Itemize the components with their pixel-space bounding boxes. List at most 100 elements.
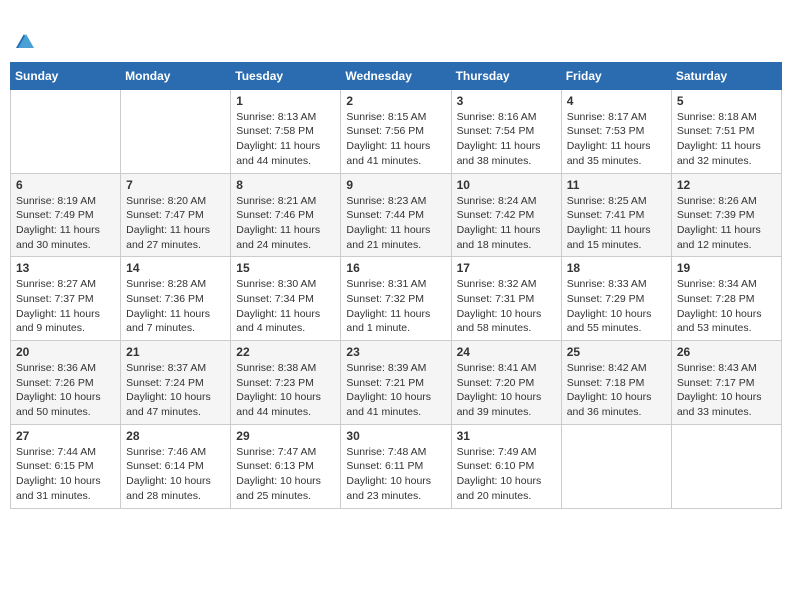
- logo-icon: [12, 30, 36, 54]
- calendar-cell: 21 Sunrise: 8:37 AMSunset: 7:24 PMDayligh…: [121, 341, 231, 425]
- calendar-cell: 24Sunrise: 8:41 AMSunset: 7:20 PMDayligh…: [451, 341, 561, 425]
- day-info: Sunrise: 8:28 AMSunset: 7:36 PMDaylight:…: [126, 277, 225, 336]
- day-info: Sunrise: 8:36 AMSunset: 7:26 PMDaylight:…: [16, 361, 115, 420]
- logo: [10, 10, 36, 54]
- weekday-header-thursday: Thursday: [451, 62, 561, 89]
- day-number: 14: [126, 261, 225, 275]
- day-info: Sunrise: 8:21 AMSunset: 7:46 PMDaylight:…: [236, 194, 335, 253]
- calendar-cell: 20 Sunrise: 8:36 AMSunset: 7:26 PMDayligh…: [11, 341, 121, 425]
- day-info: Sunrise: 8:25 AMSunset: 7:41 PMDaylight:…: [567, 194, 666, 253]
- day-number: 26: [677, 345, 776, 359]
- day-number: 18: [567, 261, 666, 275]
- calendar-cell: 9 Sunrise: 8:23 AMSunset: 7:44 PMDaylight…: [341, 173, 451, 257]
- calendar-cell: 5Sunrise: 8:18 AMSunset: 7:51 PMDaylight…: [671, 89, 781, 173]
- weekday-header-saturday: Saturday: [671, 62, 781, 89]
- day-info: Sunrise: 8:16 AMSunset: 7:54 PMDaylight:…: [457, 110, 556, 169]
- calendar-cell: 15 Sunrise: 8:30 AMSunset: 7:34 PMDayligh…: [231, 257, 341, 341]
- day-number: 19: [677, 261, 776, 275]
- day-number: 17: [457, 261, 556, 275]
- day-number: 4: [567, 94, 666, 108]
- day-number: 5: [677, 94, 776, 108]
- day-info: Sunrise: 8:33 AMSunset: 7:29 PMDaylight:…: [567, 277, 666, 336]
- day-info: Sunrise: 7:48 AMSunset: 6:11 PMDaylight:…: [346, 445, 445, 504]
- calendar-cell: [121, 89, 231, 173]
- calendar-cell: 26 Sunrise: 8:43 AMSunset: 7:17 PMDayligh…: [671, 341, 781, 425]
- day-info: Sunrise: 8:38 AMSunset: 7:23 PMDaylight:…: [236, 361, 335, 420]
- day-number: 12: [677, 178, 776, 192]
- calendar-week-row: 1Sunrise: 8:13 AMSunset: 7:58 PMDaylight…: [11, 89, 782, 173]
- page-header: [10, 10, 782, 54]
- calendar-cell: 25 Sunrise: 8:42 AMSunset: 7:18 PMDayligh…: [561, 341, 671, 425]
- calendar-cell: 13 Sunrise: 8:27 AMSunset: 7:37 PMDayligh…: [11, 257, 121, 341]
- weekday-header-tuesday: Tuesday: [231, 62, 341, 89]
- day-number: 7: [126, 178, 225, 192]
- calendar-cell: [561, 424, 671, 508]
- calendar-week-row: 27Sunrise: 7:44 AMSunset: 6:15 PMDayligh…: [11, 424, 782, 508]
- day-info: Sunrise: 8:31 AMSunset: 7:32 PMDaylight:…: [346, 277, 445, 336]
- day-number: 16: [346, 261, 445, 275]
- calendar-cell: 16 Sunrise: 8:31 AMSunset: 7:32 PMDayligh…: [341, 257, 451, 341]
- calendar-cell: 17 Sunrise: 8:32 AMSunset: 7:31 PMDayligh…: [451, 257, 561, 341]
- day-number: 29: [236, 429, 335, 443]
- calendar-cell: 29 Sunrise: 7:47 AMSunset: 6:13 PMDayligh…: [231, 424, 341, 508]
- weekday-header-sunday: Sunday: [11, 62, 121, 89]
- day-number: 21: [126, 345, 225, 359]
- day-number: 13: [16, 261, 115, 275]
- day-info: Sunrise: 8:20 AMSunset: 7:47 PMDaylight:…: [126, 194, 225, 253]
- calendar-cell: 8Sunrise: 8:21 AMSunset: 7:46 PMDaylight…: [231, 173, 341, 257]
- calendar-cell: 3 Sunrise: 8:16 AMSunset: 7:54 PMDaylight…: [451, 89, 561, 173]
- weekday-header-friday: Friday: [561, 62, 671, 89]
- calendar-cell: 11 Sunrise: 8:25 AMSunset: 7:41 PMDayligh…: [561, 173, 671, 257]
- calendar-cell: 4 Sunrise: 8:17 AMSunset: 7:53 PMDaylight…: [561, 89, 671, 173]
- day-info: Sunrise: 7:46 AMSunset: 6:14 PMDaylight:…: [126, 445, 225, 504]
- day-info: Sunrise: 8:39 AMSunset: 7:21 PMDaylight:…: [346, 361, 445, 420]
- day-number: 24: [457, 345, 556, 359]
- day-info: Sunrise: 8:13 AMSunset: 7:58 PMDaylight:…: [236, 110, 335, 169]
- calendar-cell: 14 Sunrise: 8:28 AMSunset: 7:36 PMDayligh…: [121, 257, 231, 341]
- weekday-header-monday: Monday: [121, 62, 231, 89]
- calendar-cell: 23 Sunrise: 8:39 AMSunset: 7:21 PMDayligh…: [341, 341, 451, 425]
- day-info: Sunrise: 8:42 AMSunset: 7:18 PMDaylight:…: [567, 361, 666, 420]
- day-info: Sunrise: 8:19 AMSunset: 7:49 PMDaylight:…: [16, 194, 115, 253]
- calendar-cell: 27Sunrise: 7:44 AMSunset: 6:15 PMDayligh…: [11, 424, 121, 508]
- calendar-cell: 28 Sunrise: 7:46 AMSunset: 6:14 PMDayligh…: [121, 424, 231, 508]
- day-info: Sunrise: 8:32 AMSunset: 7:31 PMDaylight:…: [457, 277, 556, 336]
- day-number: 2: [346, 94, 445, 108]
- day-info: Sunrise: 8:15 AMSunset: 7:56 PMDaylight:…: [346, 110, 445, 169]
- day-info: Sunrise: 8:30 AMSunset: 7:34 PMDaylight:…: [236, 277, 335, 336]
- calendar-cell: 18 Sunrise: 8:33 AMSunset: 7:29 PMDayligh…: [561, 257, 671, 341]
- weekday-header-wednesday: Wednesday: [341, 62, 451, 89]
- day-number: 9: [346, 178, 445, 192]
- calendar-cell: 22 Sunrise: 8:38 AMSunset: 7:23 PMDayligh…: [231, 341, 341, 425]
- day-info: Sunrise: 8:43 AMSunset: 7:17 PMDaylight:…: [677, 361, 776, 420]
- calendar-cell: 7 Sunrise: 8:20 AMSunset: 7:47 PMDaylight…: [121, 173, 231, 257]
- day-info: Sunrise: 8:37 AMSunset: 7:24 PMDaylight:…: [126, 361, 225, 420]
- day-number: 11: [567, 178, 666, 192]
- day-info: Sunrise: 8:27 AMSunset: 7:37 PMDaylight:…: [16, 277, 115, 336]
- day-number: 25: [567, 345, 666, 359]
- day-number: 3: [457, 94, 556, 108]
- day-info: Sunrise: 8:34 AMSunset: 7:28 PMDaylight:…: [677, 277, 776, 336]
- day-number: 6: [16, 178, 115, 192]
- day-info: Sunrise: 8:23 AMSunset: 7:44 PMDaylight:…: [346, 194, 445, 253]
- day-info: Sunrise: 8:26 AMSunset: 7:39 PMDaylight:…: [677, 194, 776, 253]
- day-number: 15: [236, 261, 335, 275]
- day-number: 23: [346, 345, 445, 359]
- day-number: 22: [236, 345, 335, 359]
- calendar-cell: 12 Sunrise: 8:26 AMSunset: 7:39 PMDayligh…: [671, 173, 781, 257]
- day-number: 30: [346, 429, 445, 443]
- day-number: 28: [126, 429, 225, 443]
- calendar-cell: [11, 89, 121, 173]
- calendar-week-row: 6 Sunrise: 8:19 AMSunset: 7:49 PMDaylight…: [11, 173, 782, 257]
- weekday-header-row: SundayMondayTuesdayWednesdayThursdayFrid…: [11, 62, 782, 89]
- calendar-cell: 2 Sunrise: 8:15 AMSunset: 7:56 PMDaylight…: [341, 89, 451, 173]
- calendar-cell: 31Sunrise: 7:49 AMSunset: 6:10 PMDayligh…: [451, 424, 561, 508]
- calendar-week-row: 13 Sunrise: 8:27 AMSunset: 7:37 PMDayligh…: [11, 257, 782, 341]
- day-info: Sunrise: 8:24 AMSunset: 7:42 PMDaylight:…: [457, 194, 556, 253]
- day-info: Sunrise: 8:17 AMSunset: 7:53 PMDaylight:…: [567, 110, 666, 169]
- day-number: 20: [16, 345, 115, 359]
- calendar-cell: 10 Sunrise: 8:24 AMSunset: 7:42 PMDayligh…: [451, 173, 561, 257]
- day-number: 10: [457, 178, 556, 192]
- day-info: Sunrise: 7:47 AMSunset: 6:13 PMDaylight:…: [236, 445, 335, 504]
- calendar-cell: 6 Sunrise: 8:19 AMSunset: 7:49 PMDaylight…: [11, 173, 121, 257]
